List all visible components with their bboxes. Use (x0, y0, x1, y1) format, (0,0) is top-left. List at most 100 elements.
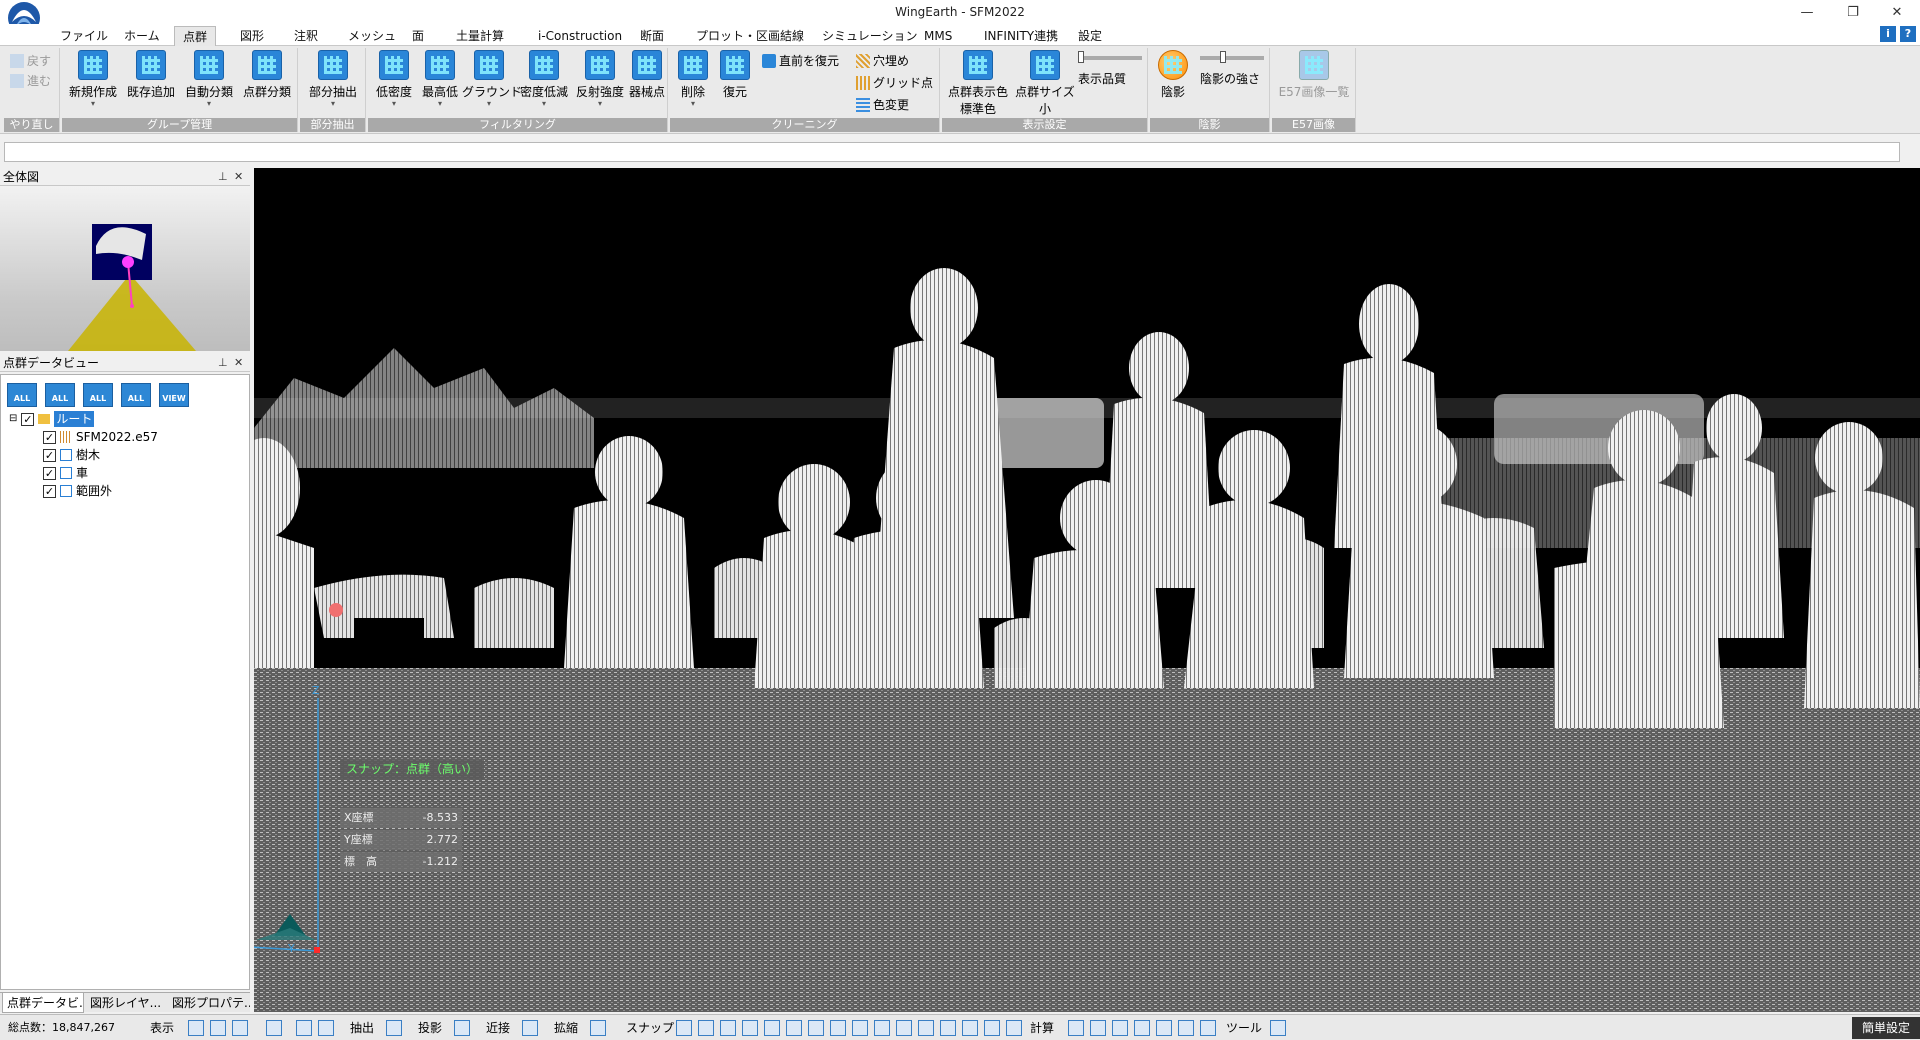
tree-root-label[interactable]: ルート (54, 411, 95, 427)
easy-settings-button[interactable]: 簡単設定 (1852, 1017, 1920, 1039)
calc-icon[interactable] (1068, 1020, 1084, 1036)
tab-home[interactable]: ホーム (116, 26, 168, 46)
snap-toggle-icon[interactable] (918, 1020, 934, 1036)
quality-slider[interactable] (1078, 51, 1142, 63)
tab-point-data-view[interactable]: 点群データビ... (2, 993, 84, 1013)
shade-button[interactable]: 陰影 (1152, 50, 1194, 116)
color-change-button[interactable]: 色変更 (856, 96, 909, 114)
tree-uncheck-all-button[interactable]: ALL (121, 383, 151, 407)
minimize-button[interactable]: — (1784, 0, 1830, 24)
auto-classify-button[interactable]: 自動分類 ▾ (182, 50, 236, 116)
shade-strength-slider[interactable] (1200, 51, 1264, 63)
new-group-button[interactable]: 新規作成 ▾ (66, 50, 120, 116)
calc-icon[interactable] (1178, 1020, 1194, 1036)
instrument-point-button[interactable]: 器械点 (626, 50, 668, 116)
snap-toggle-icon[interactable] (984, 1020, 1000, 1036)
calc-icon[interactable] (1090, 1020, 1106, 1036)
undo-button[interactable]: 戻す (10, 52, 51, 70)
tab-surface[interactable]: 面 (404, 26, 432, 46)
ground-button[interactable]: グラウンド ▾ (462, 50, 522, 116)
snap-toggle-icon[interactable] (830, 1020, 846, 1036)
tree-check-all-button[interactable]: ALL (83, 383, 113, 407)
tree-item[interactable]: ✓ 範囲外 (43, 483, 112, 499)
close-panel-icon[interactable]: ✕ (234, 170, 243, 183)
collapse-icon[interactable]: ⊟ (9, 411, 17, 427)
quality-slider-thumb[interactable] (1078, 51, 1084, 63)
snap-toggle-icon[interactable] (896, 1020, 912, 1036)
highest-lowest-button[interactable]: 最高低 ▾ (418, 50, 462, 116)
point-cloud-viewport[interactable]: スナップ：点群（高い） X座標 -8.533 Y座標 2.772 標 高 -1.212… (254, 168, 1920, 1012)
command-input-bar[interactable] (4, 142, 1900, 162)
tab-section[interactable]: 断面 (632, 26, 672, 46)
tree-item[interactable]: ✓ 樹木 (43, 447, 100, 463)
camera-icon[interactable] (522, 1020, 538, 1036)
display-toggle-icon[interactable] (296, 1020, 312, 1036)
help-icon[interactable]: ? (1900, 26, 1916, 42)
tree-root-row[interactable]: ⊟ ✓ ルート (9, 411, 95, 427)
cloud-classify-button[interactable]: 点群分類 (240, 50, 294, 116)
item-checkbox[interactable]: ✓ (43, 484, 56, 498)
tab-annotation[interactable]: 注釈 (286, 26, 326, 46)
grid-points-button[interactable]: グリッド点 (856, 74, 933, 92)
tree-view-button[interactable]: VIEW (159, 383, 189, 407)
pin-icon[interactable]: ⊥ (218, 356, 228, 369)
tab-mms[interactable]: MMS (916, 26, 960, 46)
display-toggle-icon[interactable] (188, 1020, 204, 1036)
zoom-icon[interactable] (590, 1020, 606, 1036)
point-size-button[interactable]: 点群サイズ小 (1014, 50, 1076, 116)
calc-icon[interactable] (1156, 1020, 1172, 1036)
tab-simulation[interactable]: シミュレーション (814, 26, 926, 46)
snap-toggle-icon[interactable] (676, 1020, 692, 1036)
point-color-button[interactable]: 点群表示色 標準色 (944, 50, 1012, 116)
projection-icon[interactable] (454, 1020, 470, 1036)
partial-extract-button[interactable]: 部分抽出 ▾ (306, 50, 360, 116)
snap-toggle-icon[interactable] (962, 1020, 978, 1036)
item-checkbox[interactable]: ✓ (43, 448, 56, 462)
delete-button[interactable]: 削除 ▾ (672, 50, 714, 116)
shade-slider-thumb[interactable] (1220, 51, 1226, 63)
calc-icon[interactable] (1200, 1020, 1216, 1036)
tab-point-cloud[interactable]: 点群 (174, 26, 217, 46)
add-existing-button[interactable]: 既存追加 (124, 50, 178, 116)
snap-toggle-icon[interactable] (1006, 1020, 1022, 1036)
tree-item[interactable]: ✓ 車 (43, 465, 88, 481)
snap-toggle-icon[interactable] (786, 1020, 802, 1036)
info-icon[interactable]: i (1880, 26, 1896, 42)
tab-i-construction[interactable]: i-Construction (530, 26, 630, 46)
close-panel-icon[interactable]: ✕ (234, 356, 243, 369)
tab-file[interactable]: ファイル (52, 26, 116, 46)
tree-item[interactable]: ✓ SFM2022.e57 (43, 429, 158, 445)
tab-mesh[interactable]: メッシュ (340, 26, 404, 46)
calc-icon[interactable] (1134, 1020, 1150, 1036)
snap-toggle-icon[interactable] (720, 1020, 736, 1036)
tab-infinity[interactable]: INFINITY連携 (976, 26, 1066, 46)
tree-add-all-button[interactable]: ALL (45, 383, 75, 407)
snap-toggle-icon[interactable] (940, 1020, 956, 1036)
snap-toggle-icon[interactable] (742, 1020, 758, 1036)
extract-icon[interactable] (386, 1020, 402, 1036)
redo-button[interactable]: 進む (10, 72, 51, 90)
close-button[interactable]: ✕ (1874, 0, 1920, 24)
fill-holes-button[interactable]: 穴埋め (856, 52, 909, 70)
snap-toggle-icon[interactable] (852, 1020, 868, 1036)
display-toggle-icon[interactable] (210, 1020, 226, 1036)
restore-button[interactable]: ❐ (1830, 0, 1876, 24)
snap-toggle-icon[interactable] (764, 1020, 780, 1036)
display-toggle-icon[interactable] (232, 1020, 248, 1036)
root-checkbox[interactable]: ✓ (21, 412, 35, 426)
snap-toggle-icon[interactable] (808, 1020, 824, 1036)
tab-settings[interactable]: 設定 (1070, 26, 1110, 46)
snap-toggle-icon[interactable] (874, 1020, 890, 1036)
snap-toggle-icon[interactable] (698, 1020, 714, 1036)
reflect-intensity-button[interactable]: 反射強度 ▾ (572, 50, 628, 116)
low-density-button[interactable]: 低密度 ▾ (370, 50, 418, 116)
tab-earthwork[interactable]: 土量計算 (448, 26, 512, 46)
pin-icon[interactable]: ⊥ (218, 170, 228, 183)
calc-icon[interactable] (1112, 1020, 1128, 1036)
restore-button[interactable]: 復元 (714, 50, 756, 116)
display-toggle-icon[interactable] (318, 1020, 334, 1036)
tool-icon[interactable] (1270, 1020, 1286, 1036)
restore-prev-button[interactable]: 直前を復元 (762, 52, 839, 70)
density-reduce-button[interactable]: 密度低減 ▾ (516, 50, 572, 116)
tab-shape[interactable]: 図形 (232, 26, 272, 46)
